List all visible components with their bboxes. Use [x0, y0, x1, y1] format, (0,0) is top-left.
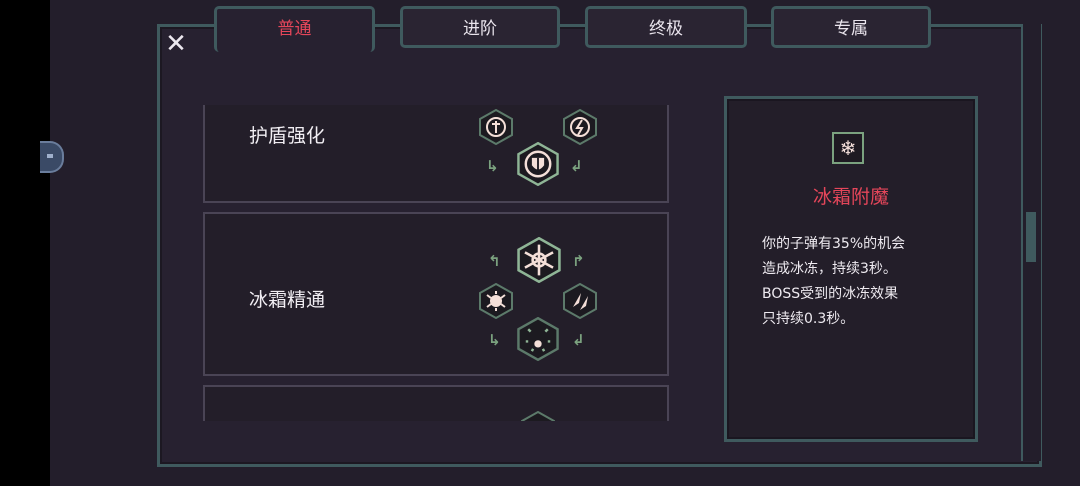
path-arrow: ↱: [572, 252, 585, 270]
frost-bug-hex-icon: [479, 283, 513, 319]
close-icon[interactable]: ✕: [163, 31, 189, 57]
path-arrow: ↳: [488, 331, 501, 349]
tab-exclusive[interactable]: 专属: [771, 6, 931, 48]
skill-list[interactable]: 护盾强化 ↳ ↲ 冰霜精通 ↰ ↱ ↳ ↲: [203, 105, 669, 421]
lightning-hex-icon: [563, 109, 597, 145]
scrollbar-thumb[interactable]: [1026, 212, 1036, 262]
side-drawer-handle[interactable]: [40, 141, 64, 173]
detail-title: 冰霜附魔: [812, 186, 889, 208]
skill-card-shield[interactable]: 护盾强化: [203, 105, 669, 203]
frost-burst-hex-icon: [517, 317, 559, 361]
skill-title: 冰霜精通: [249, 289, 326, 311]
detail-description: 你的子弹有35%的机会 造成冰冻，持续3秒。 BOSS受到的冰冻效果 只持续0.…: [762, 232, 962, 332]
path-arrow: ↲: [572, 331, 585, 349]
shield-hex-icon: [517, 142, 559, 186]
detail-line: 造成冰冻，持续3秒。: [762, 261, 897, 277]
detail-line: 只持续0.3秒。: [762, 311, 855, 327]
tab-advanced[interactable]: 进阶: [400, 6, 560, 48]
snowflake-hex-icon: [517, 237, 561, 283]
skill-card-next[interactable]: [203, 385, 669, 421]
detail-line: 你的子弹有35%的机会: [762, 236, 906, 252]
tab-ultimate[interactable]: 终极: [585, 6, 747, 48]
path-arrow: ↰: [488, 252, 501, 270]
hex-icon: [521, 411, 555, 421]
detail-line: BOSS受到的冰冻效果: [762, 286, 899, 302]
skill-card-frost[interactable]: 冰霜精通: [203, 212, 669, 376]
skill-title: 护盾强化: [249, 125, 326, 147]
screen-edge: [0, 0, 50, 486]
snowflake-icon: ❄: [832, 132, 864, 164]
path-arrow: ↲: [570, 157, 583, 175]
sword-hex-icon: [479, 109, 513, 145]
tab-normal[interactable]: 普通: [214, 6, 375, 52]
path-arrow: ↳: [486, 157, 499, 175]
ice-shards-hex-icon: [563, 283, 597, 319]
